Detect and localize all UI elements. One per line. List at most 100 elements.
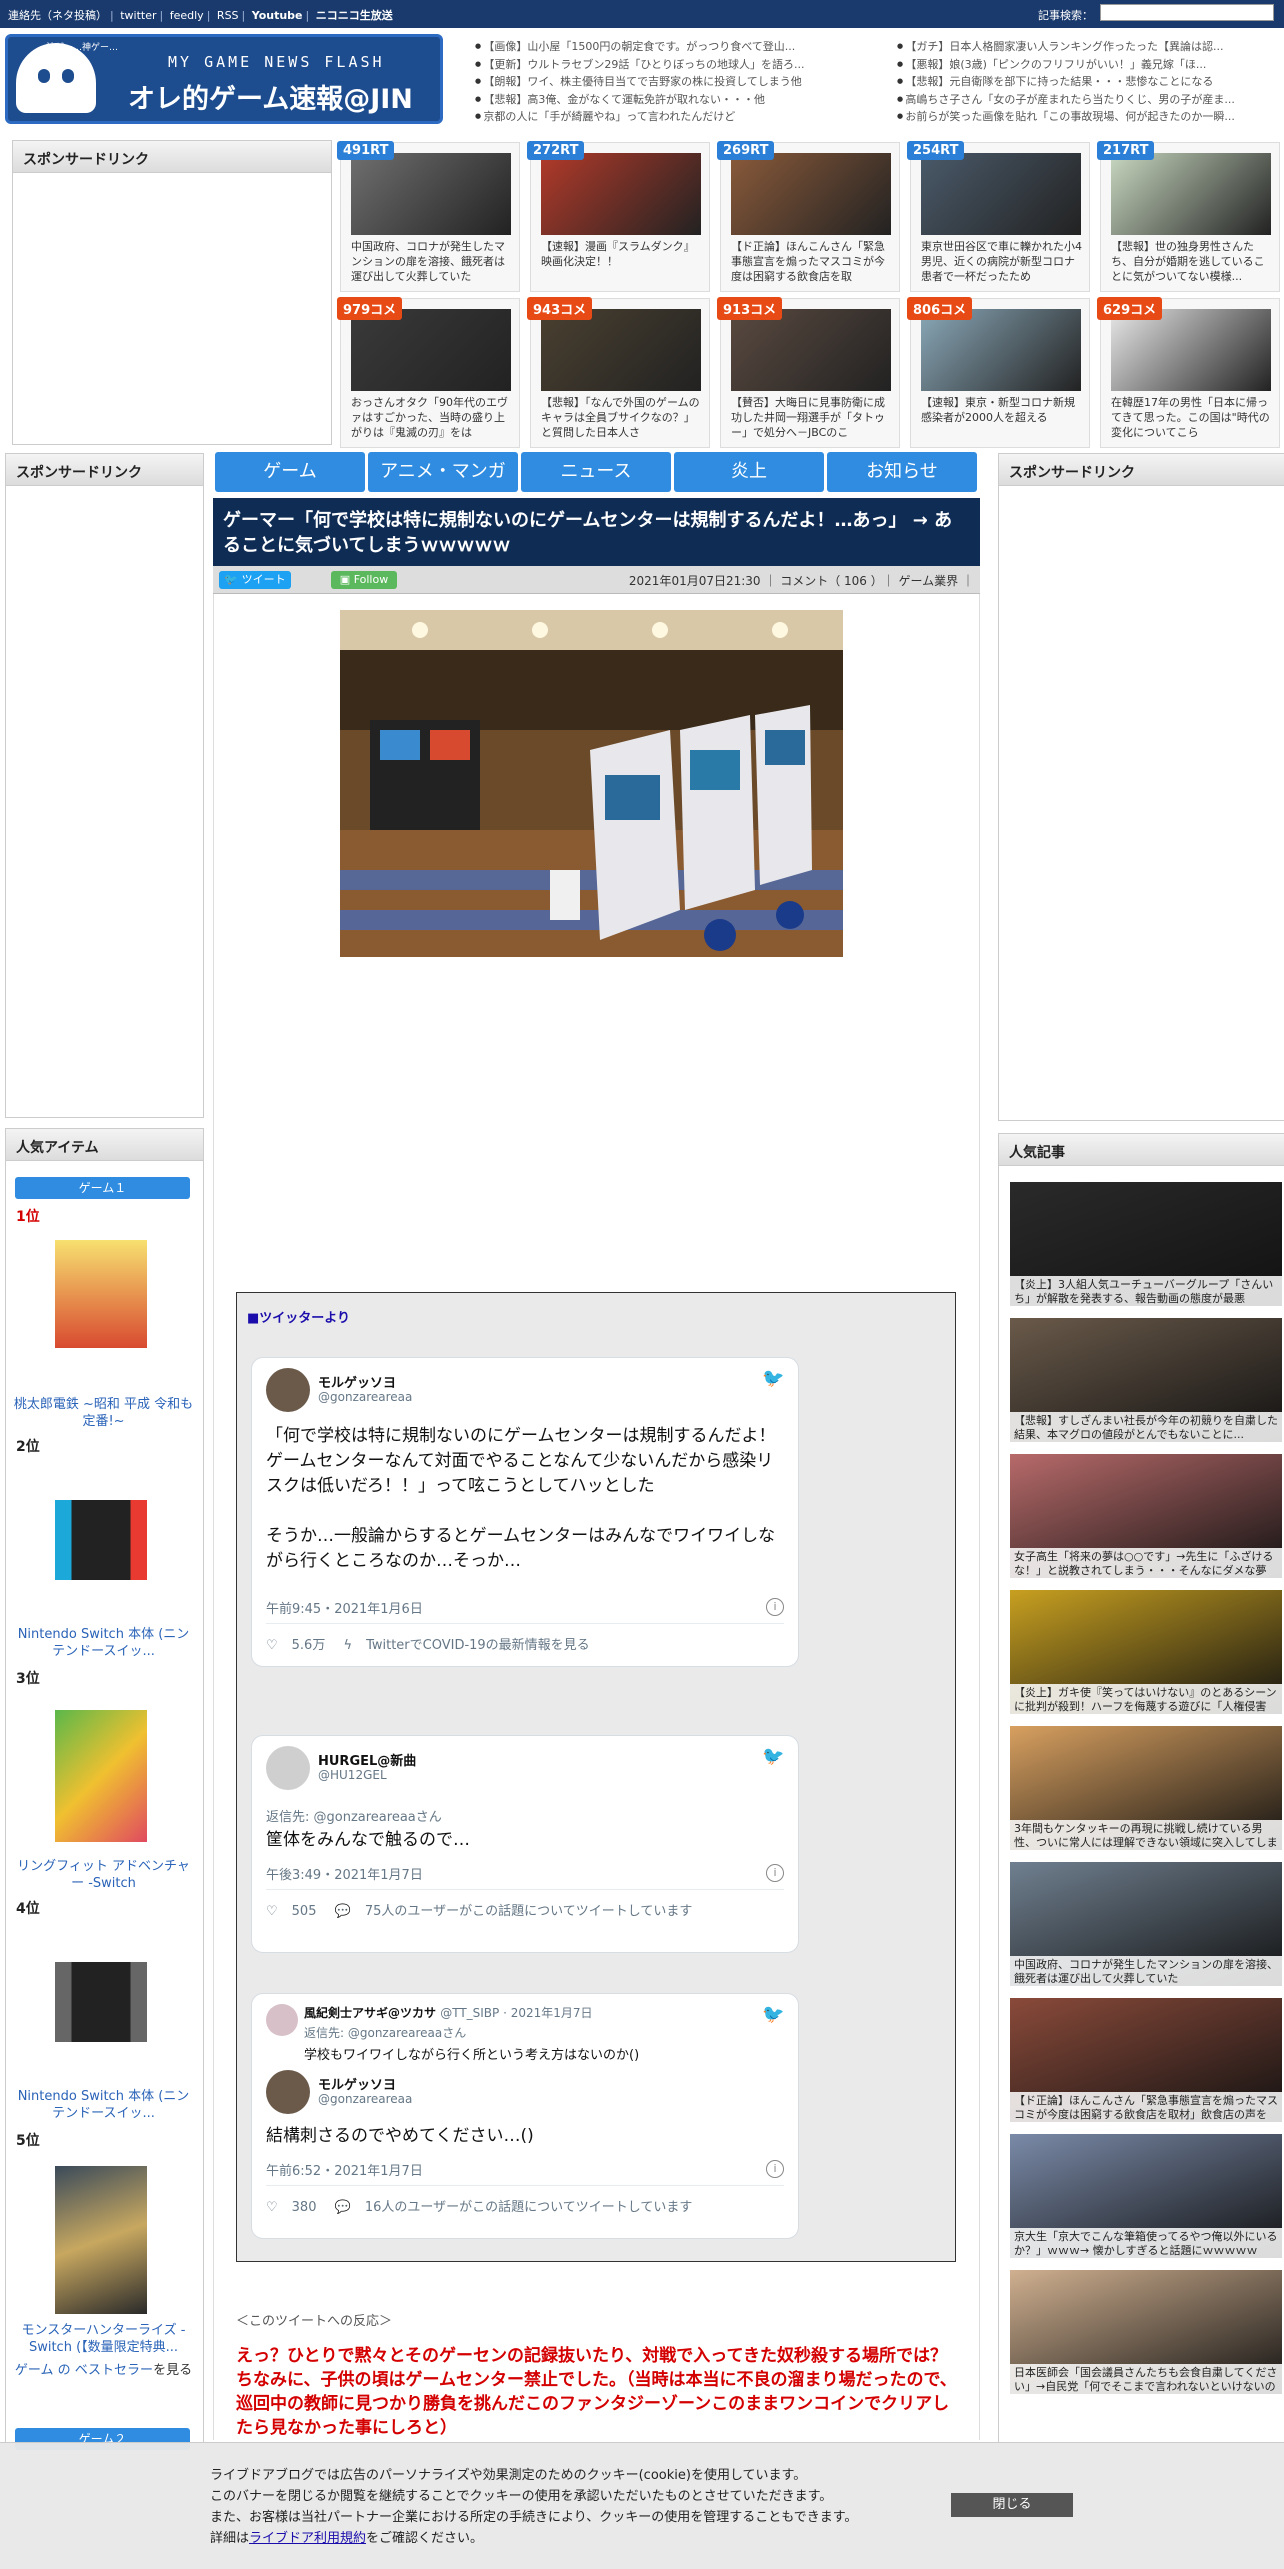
nav-tab-enjo[interactable]: 炎上 bbox=[674, 452, 824, 492]
thumb-caption[interactable]: おっさんオタク「90年代のエヴァはすごかった、当時の盛り上がりは『鬼滅の刃』をは bbox=[351, 395, 513, 441]
tweet-card[interactable]: モルゲッソヨ @gonzareareaa 🐦 「何で学校は特に規制ないのにゲーム… bbox=[251, 1357, 799, 1667]
popular-article-title[interactable]: 日本医師会「国会議員さんたちも会食自粛してください」→自民党「何でそこまで言われ… bbox=[1010, 2364, 1282, 2394]
twitter-bird-icon[interactable]: 🐦 bbox=[762, 1368, 784, 1389]
thumb-caption[interactable]: 東京世田谷区で車に轢かれた小4男児、近くの病院が新型コロナ患者で一杯だったため bbox=[921, 239, 1083, 285]
ranking-thumb[interactable]: 629コメ 在韓歴17年の男性「日本に帰ってきて思った。この国は"時代の変化につい… bbox=[1097, 297, 1280, 448]
product-image[interactable] bbox=[55, 1962, 147, 2042]
popular-article[interactable]: 【悲報】すしざんまい社長が今年の初競りを自粛した結果、本マグロの値段がとんでもな… bbox=[1010, 1318, 1282, 1442]
tweet-timestamp[interactable]: 午前6:52・2021年1月7日 bbox=[266, 2160, 423, 2179]
tweet-timestamp[interactable]: 午後3:49・2021年1月7日 bbox=[266, 1864, 423, 1883]
ranking-thumb[interactable]: 272RT 【速報】漫画『スラムダンク』映画化決定！！ bbox=[527, 141, 710, 292]
tab-game-1[interactable]: ゲーム１ bbox=[15, 1177, 190, 1199]
product-link[interactable]: 桃太郎電鉄 ~昭和 平成 令和も定番!~ bbox=[12, 1396, 195, 1430]
product-image[interactable] bbox=[55, 1710, 147, 1842]
popular-article-title[interactable]: 中国政府、コロナが発生したマンションの扉を溶接、餓死者は運び出して火葬していた bbox=[1010, 1956, 1282, 1986]
nav-tab-game[interactable]: ゲーム bbox=[215, 452, 365, 492]
thumb-image[interactable] bbox=[541, 153, 701, 235]
thumb-caption[interactable]: 【速報】漫画『スラムダンク』映画化決定！！ bbox=[541, 239, 703, 285]
rss-link[interactable]: RSS bbox=[217, 9, 239, 22]
twitter-bird-icon[interactable]: 🐦 bbox=[762, 1746, 784, 1767]
product-image[interactable] bbox=[55, 1500, 147, 1580]
nav-tab-info[interactable]: お知らせ bbox=[827, 452, 977, 492]
info-icon[interactable]: i bbox=[766, 1864, 784, 1882]
ranking-thumb[interactable]: 913コメ 【賛否】大晦日に見事防衛に成功した井岡一翔選手が「タトゥー」で処分へ－… bbox=[717, 297, 900, 448]
heart-icon[interactable]: ♡ bbox=[266, 1904, 278, 1919]
headline-link[interactable]: 【悲報】元自衛隊を部下に持った結果・・・悲惨なことになる bbox=[897, 73, 1277, 91]
headline-link[interactable]: 【朗報】ワイ、株主優待目当てで吉野家の株に投資してしまう他 bbox=[475, 73, 885, 91]
twitter-link[interactable]: twitter bbox=[120, 9, 156, 22]
heart-icon[interactable]: ♡ bbox=[266, 2200, 278, 2215]
feedly-link[interactable]: feedly bbox=[170, 9, 204, 22]
contact-link[interactable]: 連絡先（ネタ投稿） bbox=[8, 9, 107, 22]
headline-link[interactable]: 【悪報】娘(3歳)「ピンクのフリフリがいい！」義兄嫁「ほ... bbox=[897, 56, 1277, 74]
like-count[interactable]: 380 bbox=[292, 2200, 317, 2215]
popular-article-title[interactable]: 【ド正論】ほんこんさん「緊急事態宣言を煽ったマスコミが今度は困窮する飲食店を取材… bbox=[1010, 2092, 1282, 2122]
thumb-image[interactable] bbox=[1111, 153, 1271, 235]
product-image[interactable] bbox=[55, 1240, 147, 1348]
ranking-thumb[interactable]: 943コメ 【悲報】「なんで外国のゲームのキャラは全員ブサイクなの？」と質問した日… bbox=[527, 297, 710, 448]
tweet-author-name[interactable]: モルゲッソヨ bbox=[318, 1372, 396, 1391]
popular-article-title[interactable]: 【炎上】ガキ使『笑ってはいけない』のとあるシーンに批判が殺到！ハーフを侮蔑する遊… bbox=[1010, 1684, 1282, 1714]
popular-article-title[interactable]: 京大生「京大でこんな筆箱使ってるやつ俺以外にいるか？」ｗｗｗ→ 懐かしすぎると話… bbox=[1010, 2228, 1282, 2258]
tweet-author-handle[interactable]: @gonzareareaa bbox=[318, 2092, 412, 2106]
ranking-thumb[interactable]: 806コメ 【速報】東京・新型コロナ新規感染者が2000人を超える bbox=[907, 297, 1090, 448]
headline-link[interactable]: 高嶋ちさ子さん「女の子が産まれたら当たりくじ、男の子が産ま... bbox=[897, 91, 1277, 109]
thumb-caption[interactable]: 中国政府、コロナが発生したマンションの扉を溶接、餓死者は運び出して火葬していた bbox=[351, 239, 513, 285]
tweet-author-handle[interactable]: @gonzareareaa bbox=[318, 1390, 412, 1404]
avatar[interactable] bbox=[266, 2070, 310, 2114]
niconico-link[interactable]: ニコニコ生放送 bbox=[316, 9, 393, 22]
thumb-image[interactable] bbox=[351, 309, 511, 391]
thumb-caption[interactable]: 【賛否】大晦日に見事防衛に成功した井岡一翔選手が「タトゥー」で処分へ－JBCのこ bbox=[731, 395, 893, 441]
conversation-link[interactable]: 75人のユーザーがこの話題についてツイートしています bbox=[365, 1904, 693, 1919]
bestseller-link[interactable]: ゲーム の ベストセラー bbox=[15, 2363, 153, 2378]
search-input[interactable] bbox=[1100, 4, 1274, 21]
popular-article[interactable]: 中国政府、コロナが発生したマンションの扉を溶接、餓死者は運び出して火葬していた bbox=[1010, 1862, 1282, 1986]
product-link[interactable]: Nintendo Switch 本体 (ニンテンドースイッ... bbox=[12, 1626, 195, 1660]
product-link[interactable]: リングフィット アドベンチャー -Switch bbox=[12, 1858, 195, 1892]
quoted-name[interactable]: 風紀剣士アサギ@ツカサ bbox=[304, 2006, 436, 2020]
cookie-close-button[interactable]: 閉じる bbox=[951, 2493, 1073, 2517]
headline-link[interactable]: 【ガチ】日本人格闘家凄い人ランキング作ったった【異論は認... bbox=[897, 38, 1277, 56]
like-count[interactable]: 5.6万 bbox=[292, 1638, 326, 1653]
popular-article[interactable]: 【炎上】3人組人気ユーチューバーグループ「さんいち」が解散を発表する、報告動画の… bbox=[1010, 1182, 1282, 1306]
ranking-thumb[interactable]: 979コメ おっさんオタク「90年代のエヴァはすごかった、当時の盛り上がりは『鬼滅… bbox=[337, 297, 520, 448]
like-count[interactable]: 505 bbox=[292, 1904, 317, 1919]
nav-tab-news[interactable]: ニュース bbox=[521, 452, 671, 492]
headline-link[interactable]: お前らが笑った画像を貼れ「この事故現場、何が起きたのか一瞬... bbox=[897, 108, 1277, 126]
thumb-image[interactable] bbox=[921, 309, 1081, 391]
popular-article[interactable]: 【炎上】ガキ使『笑ってはいけない』のとあるシーンに批判が殺到！ハーフを侮蔑する遊… bbox=[1010, 1590, 1282, 1714]
ranking-thumb[interactable]: 254RT 東京世田谷区で車に轢かれた小4男児、近くの病院が新型コロナ患者で一杯だ… bbox=[907, 141, 1090, 292]
product-link[interactable]: モンスターハンターライズ -Switch (【数量限定特典... bbox=[12, 2322, 195, 2356]
thumb-caption[interactable]: 在韓歴17年の男性「日本に帰ってきて思った。この国は"時代の変化についてこら bbox=[1111, 395, 1273, 441]
popular-article[interactable]: 3年間もケンタッキーの再現に挑戦し続けている男性、ついに常人には理解できない領域… bbox=[1010, 1726, 1282, 1850]
thumb-image[interactable] bbox=[351, 153, 511, 235]
popular-article-title[interactable]: 女子高生「将来の夢は○○です」→先生に「ふざけるな！」と説教されてしまう・・・そ… bbox=[1010, 1548, 1282, 1578]
popular-article[interactable]: 日本医師会「国会議員さんたちも会食自粛してください」→自民党「何でそこまで言われ… bbox=[1010, 2270, 1282, 2394]
headline-link[interactable]: 【画像】山小屋「1500円の朝定食です。がっつり食べて登山... bbox=[475, 38, 885, 56]
tweet-author-name[interactable]: モルゲッソヨ bbox=[318, 2074, 396, 2093]
product-link[interactable]: Nintendo Switch 本体 (ニンテンドースイッ... bbox=[12, 2088, 195, 2122]
thumb-image[interactable] bbox=[921, 153, 1081, 235]
youtube-link[interactable]: Youtube bbox=[252, 9, 303, 22]
tweet-author-handle[interactable]: @HU12GEL bbox=[318, 1768, 387, 1782]
thumb-image[interactable] bbox=[1111, 309, 1271, 391]
tweet-author-name[interactable]: HURGEL@新曲 bbox=[318, 1750, 416, 1769]
avatar[interactable] bbox=[266, 1746, 310, 1790]
thumb-image[interactable] bbox=[731, 153, 891, 235]
popular-article-title[interactable]: 3年間もケンタッキーの再現に挑戦し続けている男性、ついに常人には理解できない領域… bbox=[1010, 1820, 1282, 1850]
popular-article[interactable]: 京大生「京大でこんな筆箱使ってるやつ俺以外にいるか？」ｗｗｗ→ 懐かしすぎると話… bbox=[1010, 2134, 1282, 2258]
heart-icon[interactable]: ♡ bbox=[266, 1638, 278, 1653]
quoted-author-name[interactable]: 風紀剣士アサギ@ツカサ @TT_SIBP · 2021年1月7日 bbox=[304, 2004, 593, 2021]
tweet-button[interactable]: 🐦 ツイート bbox=[219, 571, 291, 589]
avatar[interactable] bbox=[266, 1368, 310, 1412]
twitter-bird-icon[interactable]: 🐦 bbox=[762, 2004, 784, 2025]
conversation-link[interactable]: 16人のユーザーがこの話題についてツイートしています bbox=[365, 2200, 693, 2215]
tweet-timestamp[interactable]: 午前9:45・2021年1月6日 bbox=[266, 1598, 423, 1617]
reply-to[interactable]: 返信先: @gonzareareaaさん bbox=[304, 2024, 466, 2041]
info-icon[interactable]: i bbox=[766, 1598, 784, 1616]
popular-article-title[interactable]: 【悲報】すしざんまい社長が今年の初競りを自粛した結果、本マグロの値段がとんでもな… bbox=[1010, 1412, 1282, 1442]
headline-link[interactable]: 【更新】ウルトラセブン29話「ひとりぼっちの地球人」を語ろ... bbox=[475, 56, 885, 74]
popular-article[interactable]: 【ド正論】ほんこんさん「緊急事態宣言を煽ったマスコミが今度は困窮する飲食店を取材… bbox=[1010, 1998, 1282, 2122]
thumb-caption[interactable]: 【悲報】世の独身男性さんたち、自分が婚期を逃していることに気がついてない模様..… bbox=[1111, 239, 1273, 285]
popular-article-title[interactable]: 【炎上】3人組人気ユーチューバーグループ「さんいち」が解散を発表する、報告動画の… bbox=[1010, 1276, 1282, 1306]
